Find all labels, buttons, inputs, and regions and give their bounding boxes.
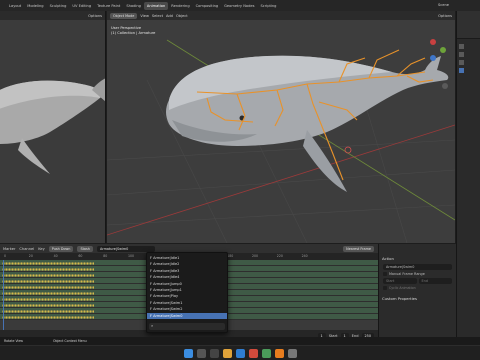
cyclic-row: Cyclic Animation: [379, 285, 456, 291]
tab-sculpting[interactable]: Sculpting: [47, 2, 70, 10]
frame-tick-label: 60: [78, 254, 83, 258]
windows-taskbar: [0, 345, 480, 360]
left-viewport-header: Options: [0, 11, 105, 20]
menu-add[interactable]: Add: [166, 14, 173, 18]
keyframe-row: [2, 285, 94, 289]
menu-object[interactable]: Object: [176, 14, 188, 18]
action-list: F Armature|Idle1 F Armature|Idle2 F Armatu…: [147, 253, 227, 319]
tab-layout[interactable]: Layout: [6, 2, 24, 10]
frame-tick-label: 220: [276, 254, 283, 258]
action-section-header[interactable]: Action: [379, 254, 456, 263]
keyframe-row: [2, 267, 94, 271]
properties-panel[interactable]: [456, 11, 480, 341]
keyframe-row: [2, 261, 94, 265]
frame-tick-label: 240: [301, 254, 308, 258]
keyframe-row: [2, 273, 94, 277]
tab-compositing[interactable]: Compositing: [193, 2, 222, 10]
range-fields: Start End: [379, 277, 456, 285]
playhead[interactable]: [3, 260, 4, 330]
push-down-button[interactable]: Push Down: [48, 245, 74, 252]
tab-uv-editing[interactable]: UV Editing: [69, 2, 94, 10]
keyframe-row: [2, 291, 94, 295]
tab-geometry-nodes[interactable]: Geometry Nodes: [221, 2, 257, 10]
manual-range-label: Manual Frame Range: [389, 272, 425, 276]
property-tabs: [457, 39, 480, 78]
menu-channel[interactable]: Channel: [19, 247, 34, 251]
cyclic-checkbox[interactable]: [383, 286, 387, 290]
stash-button[interactable]: Stash: [77, 245, 93, 252]
frame-tick-label: 20: [28, 254, 33, 258]
blender-icon[interactable]: [274, 348, 284, 358]
custom-properties-header[interactable]: Custom Properties: [379, 294, 456, 303]
viewport-options-button[interactable]: Options: [438, 14, 452, 18]
output-icon[interactable]: [459, 60, 464, 65]
tool-icon[interactable]: [459, 44, 464, 49]
render-icon[interactable]: [459, 52, 464, 57]
app-icon-2[interactable]: [287, 348, 297, 358]
status-middle-hint: Object Context Menu: [53, 339, 87, 343]
left-options-button[interactable]: Options: [88, 14, 102, 18]
whale-side-view-image: [0, 78, 105, 174]
keyframe-row: [2, 309, 94, 313]
status-left-hint: Rotate View: [4, 339, 24, 343]
top-menu-bar: Layout Modeling Sculpting UV Editing Tex…: [0, 0, 480, 11]
tab-scripting[interactable]: Scripting: [257, 2, 279, 10]
task-view-icon[interactable]: [209, 348, 219, 358]
start-icon[interactable]: [183, 348, 193, 358]
action-search-input[interactable]: ⌕: [149, 323, 225, 330]
menu-select[interactable]: Select: [152, 14, 163, 18]
keyframe-row: [2, 315, 94, 319]
action-selector[interactable]: Armature|Swim0: [96, 245, 155, 252]
chrome-icon[interactable]: [261, 348, 271, 358]
cyclic-label: Cyclic Animation: [389, 286, 416, 290]
frame-tick-label: 180: [227, 254, 234, 258]
frame-tick-label: 80: [103, 254, 108, 258]
action-list-item[interactable]: F Armature|Swim0: [147, 312, 227, 319]
action-name-field[interactable]: Armature|Swim0: [383, 264, 452, 270]
search-icon: ⌕: [151, 323, 154, 328]
camera-viewport[interactable]: Options: [0, 11, 106, 243]
action-browse-popup: F Armature|Idle1 F Armature|Idle2 F Armatu…: [146, 252, 228, 333]
tab-animation[interactable]: Animation: [143, 1, 169, 10]
object-icon[interactable]: [459, 68, 464, 73]
keyframe-row: [2, 279, 94, 283]
app-icon[interactable]: [248, 348, 258, 358]
file-explorer-icon[interactable]: [222, 348, 232, 358]
outliner[interactable]: [457, 11, 480, 39]
keyframe-row: [2, 303, 94, 307]
workspace-tabs: Layout Modeling Sculpting UV Editing Tex…: [0, 1, 279, 10]
range-end-field[interactable]: End: [418, 278, 452, 284]
mode-dropdown[interactable]: Object Mode: [110, 12, 138, 19]
frame-tick-label: 40: [53, 254, 58, 258]
manual-range-checkbox[interactable]: [383, 272, 387, 276]
frame-tick-label: 200: [252, 254, 259, 258]
edge-icon[interactable]: [235, 348, 245, 358]
search-icon[interactable]: [196, 348, 206, 358]
3d-viewport[interactable]: Object Mode View Select Add Object Optio…: [107, 11, 455, 243]
menu-key[interactable]: Key: [38, 247, 45, 251]
status-bar: Rotate View Object Context Menu: [0, 337, 480, 345]
frame-tick-label: 0: [4, 254, 7, 258]
action-sidebar: Action Armature|Swim0 Manual Frame Range…: [378, 244, 456, 341]
frame-tick-label: 100: [128, 254, 135, 258]
viewport-scene: [107, 39, 455, 243]
menu-marker[interactable]: Marker: [3, 247, 15, 251]
tab-shading[interactable]: Shading: [123, 2, 144, 10]
tab-rendering[interactable]: Rendering: [168, 2, 192, 10]
scene-selector[interactable]: Scene: [438, 3, 449, 7]
nearest-frame-dropdown[interactable]: Nearest Frame: [343, 245, 374, 252]
viewport-header: Object Mode View Select Add Object Optio…: [107, 11, 455, 20]
keyframe-row: [2, 297, 94, 301]
tab-modeling[interactable]: Modeling: [24, 2, 46, 10]
menu-view[interactable]: View: [140, 14, 149, 18]
tab-texture-paint[interactable]: Texture Paint: [94, 2, 123, 10]
range-start-field[interactable]: Start: [383, 278, 417, 284]
